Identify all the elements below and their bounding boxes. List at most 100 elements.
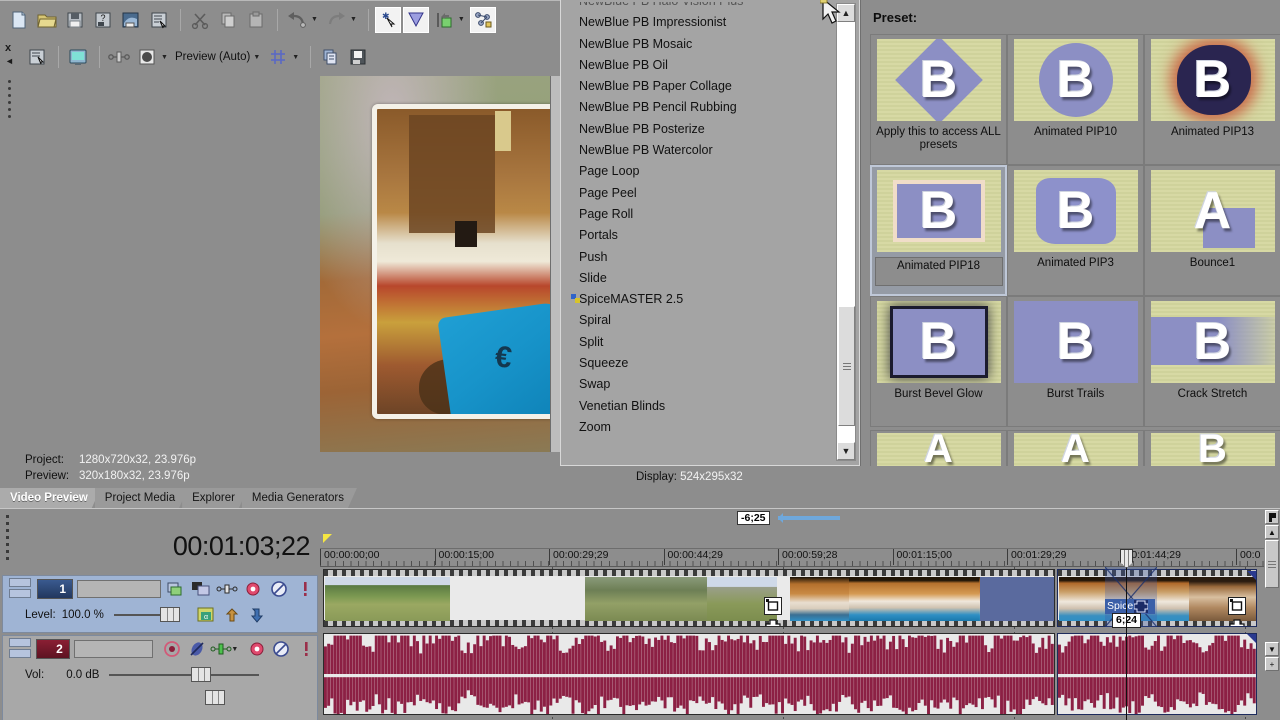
timeline-scroll-rail[interactable]: ▲ ▼ + (1264, 509, 1280, 720)
preset-item[interactable]: B Animated PIP3 (1007, 165, 1144, 296)
event-fx-icon[interactable] (1228, 617, 1246, 626)
video-track-1[interactable]: Spice 6;24 (323, 567, 1265, 629)
transition-list-item[interactable]: NewBlue PB Paper Collage (563, 76, 835, 97)
preset-item[interactable]: B Crack Stretch (1144, 296, 1280, 427)
track1-fx-icon[interactable] (163, 578, 187, 600)
track2-volume-slider[interactable] (109, 667, 260, 682)
preview-quality-dropdown-arrow[interactable]: ▼ (161, 54, 168, 61)
open-project-button[interactable] (34, 7, 60, 33)
collapse-preview-icon[interactable]: ◄ (0, 54, 22, 66)
transition-list-item[interactable]: NewBlue PB Mosaic (563, 34, 835, 55)
cut-button[interactable] (187, 7, 213, 33)
tab-project-media[interactable]: Project Media (95, 488, 188, 508)
track1-number[interactable]: 1 (37, 579, 73, 599)
transition-list-item[interactable]: NewBlue PB Watercolor (563, 140, 835, 161)
track2-minimize-maximize-buttons[interactable] (9, 638, 32, 660)
preset-item[interactable]: B Animated PIP10 (1007, 34, 1144, 165)
preset-item[interactable]: A Bounce1 (1144, 165, 1280, 296)
preset-grid[interactable]: B Apply this to access ALL presets B Animat… (870, 34, 1280, 427)
vertical-scroll-thumb[interactable] (1265, 540, 1279, 588)
track1-motion-icon[interactable] (215, 578, 239, 600)
track1-mute-icon[interactable] (267, 578, 291, 600)
track2-name-field[interactable] (73, 640, 153, 658)
transition-list-item[interactable]: Venetian Blinds (563, 396, 835, 417)
track1-parent-up-icon[interactable] (220, 604, 244, 626)
transition-list-item[interactable]: Squeeze (563, 353, 835, 374)
preset-item[interactable]: B Burst Trails (1007, 296, 1144, 427)
preset-grid-partial-row[interactable]: AAB (870, 430, 1280, 466)
video-event-selected[interactable] (1057, 569, 1257, 627)
preview-external-monitor-button[interactable] (65, 44, 91, 70)
project-properties-button[interactable]: ? (90, 7, 116, 33)
event-pan-crop-icon[interactable] (1228, 597, 1246, 615)
transition-list-item[interactable]: Slide (563, 268, 835, 289)
preview-quality-label-arrow[interactable]: ▼ (253, 54, 260, 61)
track2-record-arm-icon[interactable] (161, 638, 184, 660)
transition-list-item[interactable]: NewBlue PB Oil (563, 55, 835, 76)
copy-snapshot-button[interactable] (317, 44, 343, 70)
tab-media-generators[interactable]: Media Generators (242, 488, 357, 508)
ripple-dropdown-arrow[interactable]: ▼ (458, 16, 465, 23)
track1-minimize-maximize-buttons[interactable] (9, 578, 33, 600)
split-screen-view-button[interactable] (106, 44, 132, 70)
event-fx-icon[interactable] (764, 617, 782, 626)
track2-phase-invert-icon[interactable] (185, 638, 208, 660)
transitions-scrollbar[interactable]: ▲ ▼ (836, 3, 856, 461)
transitions-dropdown-list[interactable]: NewBlue PB Halo Vision Plus NewBlue PB Im… (560, 0, 860, 466)
marker-bar[interactable]: -6;25 (320, 509, 1265, 549)
transition-list-item[interactable]: SpiceMASTER 2.5 (563, 289, 835, 310)
video-preview-frame[interactable]: € (320, 76, 560, 452)
preset-item[interactable]: B Animated PIP18 (870, 165, 1007, 296)
track1-automation-settings-icon[interactable] (241, 578, 265, 600)
auto-crossfades-button[interactable] (402, 6, 429, 33)
render-as-button[interactable] (118, 7, 144, 33)
scroll-up-button[interactable]: ▲ (1265, 525, 1279, 539)
transition-list-item[interactable]: Zoom (563, 417, 835, 438)
preset-item[interactable]: A (1007, 430, 1144, 466)
dock-grip-icon[interactable] (8, 80, 22, 118)
track1-compositing-child-icon[interactable]: α (194, 604, 218, 626)
track1-parent-down-icon[interactable] (246, 604, 270, 626)
audio-track-2[interactable] (323, 631, 1265, 719)
redo-dropdown-arrow[interactable]: ▼ (350, 16, 357, 23)
paste-button[interactable] (243, 7, 269, 33)
track2-number[interactable]: 2 (35, 639, 70, 659)
track2-pan-slider-thumb[interactable] (205, 689, 225, 705)
transition-list-item[interactable]: Page Loop (563, 161, 835, 182)
tab-video-preview[interactable]: Video Preview (0, 488, 101, 508)
transition-list-item[interactable]: Swap (563, 374, 835, 395)
transition-list-item[interactable]: NewBlue PB Posterize (563, 119, 835, 140)
copy-button[interactable] (215, 7, 241, 33)
track-header-video-1[interactable]: 1 Level: 100.0 % α (2, 575, 318, 633)
event-fade-in-handle[interactable] (1247, 571, 1256, 580)
track-header-audio-2[interactable]: 2 ▼ Vol: 0.0 dB (2, 635, 318, 720)
track2-fx-dropdown-arrow[interactable]: ▼ (231, 646, 238, 653)
transition-list-item[interactable]: Spiral (563, 310, 835, 331)
save-project-button[interactable] (62, 7, 88, 33)
event-pan-crop-icon[interactable] (764, 597, 782, 615)
timeline-dock-grip-icon[interactable] (6, 515, 9, 564)
transition-list-item[interactable]: NewBlue PB Halo Vision Plus (563, 2, 835, 12)
lock-envelopes-button[interactable] (469, 6, 496, 33)
preset-item[interactable]: B Apply this to access ALL presets (870, 34, 1007, 165)
preview-vertical-scrollbar[interactable] (550, 76, 560, 452)
transition-list-item[interactable]: Page Peel (563, 183, 835, 204)
track2-volume-slider-thumb[interactable] (191, 667, 212, 682)
transition-list-item[interactable]: Portals (563, 225, 835, 246)
track1-solo-icon[interactable] (293, 578, 317, 600)
transition-list-item[interactable]: Push (563, 247, 835, 268)
audio-fade-handle[interactable] (1247, 634, 1256, 643)
overlay-grid-dropdown-arrow[interactable]: ▼ (292, 54, 299, 61)
new-project-button[interactable] (6, 7, 32, 33)
undo-dropdown-arrow[interactable]: ▼ (311, 16, 318, 23)
overlay-grid-button[interactable] (265, 44, 291, 70)
tab-explorer[interactable]: Explorer (182, 488, 248, 508)
enable-snapping-button[interactable]: ✱ (374, 6, 401, 33)
audio-event[interactable] (323, 633, 1055, 715)
transition-list-item[interactable]: NewBlue PB Impressionist (563, 12, 835, 33)
scroll-down-button[interactable]: ▼ (837, 442, 855, 460)
transition-list-item[interactable]: Split (563, 332, 835, 353)
transition-badge[interactable]: Spice (1105, 599, 1155, 614)
project-video-properties-button[interactable] (24, 44, 50, 70)
preset-item[interactable]: B (1144, 430, 1280, 466)
